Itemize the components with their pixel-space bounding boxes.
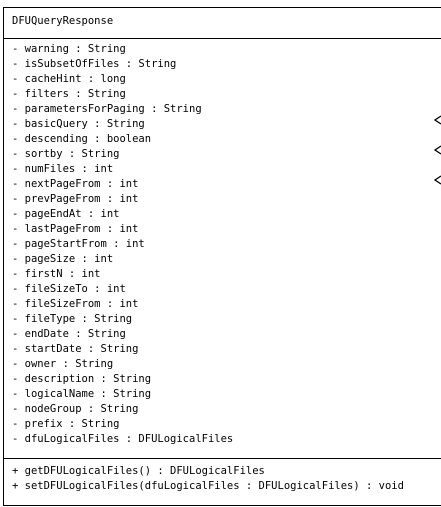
class-name: DFUQueryResponse xyxy=(12,15,114,27)
attribute-row: - endDate : String xyxy=(12,328,126,340)
attribute-row: - filters : String xyxy=(12,88,126,100)
operations-divider xyxy=(4,458,441,459)
attribute-list: - warning : String - isSubsetOfFiles : St… xyxy=(12,42,233,447)
attribute-row: - pageStartFrom : int xyxy=(12,238,145,250)
attribute-row: - fileSizeFrom : int xyxy=(12,298,139,310)
attribute-row: - startDate : String xyxy=(12,343,139,355)
attribute-row: - prevPageFrom : int xyxy=(12,193,139,205)
operation-list: + getDFULogicalFiles() : DFULogicalFiles… xyxy=(12,464,404,494)
attribute-row: - owner : String xyxy=(12,358,114,370)
attribute-row: - logicalName : String xyxy=(12,388,152,400)
attribute-row: - pageSize : int xyxy=(12,253,114,265)
attribute-row: - lastPageFrom : int xyxy=(12,223,139,235)
attribute-row: - warning : String xyxy=(12,43,126,55)
attribute-row: - sortby : String xyxy=(12,148,120,160)
attribute-row: - numFiles : int xyxy=(12,163,114,175)
attribute-row: - pageEndAt : int xyxy=(12,208,120,220)
attribute-row: - basicQuery : String xyxy=(12,118,145,130)
attribute-row: - cacheHint : long xyxy=(12,73,126,85)
name-divider xyxy=(4,38,441,39)
association-arrow-marks xyxy=(433,115,441,185)
arrow-mark-3 xyxy=(433,175,441,185)
attribute-row: - firstN : int xyxy=(12,268,101,280)
attribute-row: - fileSizeTo : int xyxy=(12,283,126,295)
attribute-row: - dfuLogicalFiles : DFULogicalFiles xyxy=(12,433,234,445)
arrow-mark-1 xyxy=(433,115,441,125)
attribute-row: - nodeGroup : String xyxy=(12,403,139,415)
operation-row: + setDFULogicalFiles(dfuLogicalFiles : D… xyxy=(12,480,404,492)
attribute-row: - fileType : String xyxy=(12,313,133,325)
attribute-row: - parametersForPaging : String xyxy=(12,103,202,115)
arrow-mark-2 xyxy=(433,145,441,155)
attribute-row: - descending : boolean xyxy=(12,133,152,145)
operation-row: + getDFULogicalFiles() : DFULogicalFiles xyxy=(12,465,265,477)
attribute-row: - description : String xyxy=(12,373,152,385)
attribute-row: - isSubsetOfFiles : String xyxy=(12,58,177,70)
attribute-row: - nextPageFrom : int xyxy=(12,178,139,190)
attribute-row: - prefix : String xyxy=(12,418,120,430)
uml-class-box: DFUQueryResponse - warning : String - isS… xyxy=(3,7,441,506)
